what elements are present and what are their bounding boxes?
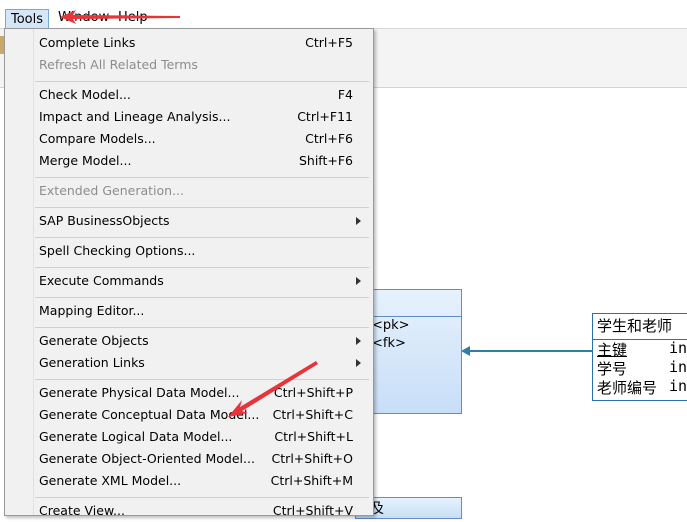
menu-separator — [35, 497, 369, 498]
reference-arrow-icon — [461, 346, 470, 356]
menu-item-extended-generation: Extended Generation... — [5, 180, 373, 202]
menu-item-generate-oo-model[interactable]: Generate Object-Oriented Model... Ctrl+S… — [5, 448, 373, 470]
menu-item-label: Generate Physical Data Model... — [39, 385, 240, 400]
menu-item-merge-model[interactable]: Merge Model... Shift+F6 — [5, 150, 373, 172]
attr-teacher-id: 老师编号 — [597, 379, 658, 397]
attr-primary-key: 主键 — [597, 341, 628, 359]
menu-item-label: Spell Checking Options... — [39, 243, 196, 258]
tools-dropdown-menu: Complete Links Ctrl+F5 Refresh All Relat… — [4, 28, 374, 518]
menu-separator — [35, 237, 369, 238]
menu-separator — [35, 327, 369, 328]
menu-item-shortcut: Ctrl+F6 — [305, 131, 353, 146]
attr-primary-key-type: in — [669, 339, 687, 357]
menu-item-label: Check Model... — [39, 87, 131, 102]
menu-separator — [35, 297, 369, 298]
menu-item-mapping-editor[interactable]: Mapping Editor... — [5, 300, 373, 322]
menu-item-label: Refresh All Related Terms — [39, 57, 198, 72]
menu-separator — [35, 81, 369, 82]
attr-student-id-type: in — [669, 358, 687, 376]
menu-item-execute-commands[interactable]: Execute Commands — [5, 270, 373, 292]
menu-item-generate-logical-model[interactable]: Generate Logical Data Model... Ctrl+Shif… — [5, 426, 373, 448]
menu-separator — [35, 207, 369, 208]
menu-item-label: Complete Links — [39, 35, 136, 50]
entity-students-teachers[interactable]: 学生和老师 主键 in 学号 in 老师编号 in — [592, 313, 687, 401]
menu-item-check-model[interactable]: Check Model... F4 — [5, 84, 373, 106]
menu-item-label: Mapping Editor... — [39, 303, 145, 318]
menu-item-label: Execute Commands — [39, 273, 164, 288]
entity-left-pk: <pk> — [372, 318, 410, 333]
menu-item-shortcut: Ctrl+F5 — [305, 35, 353, 50]
attr-teacher-id-type: in — [669, 377, 687, 395]
menu-item-refresh-related-terms: Refresh All Related Terms — [5, 54, 373, 76]
menu-item-shortcut: Shift+F6 — [298, 153, 353, 168]
menu-item-shortcut: Ctrl+Shift+V — [272, 503, 353, 518]
annotation-arrow-icon — [60, 10, 180, 24]
reference-link[interactable] — [470, 350, 592, 352]
menu-item-label: SAP BusinessObjects — [39, 213, 170, 228]
menu-item-label: Compare Models... — [39, 131, 156, 146]
menu-item-spell-checking[interactable]: Spell Checking Options... — [5, 240, 373, 262]
menu-item-sap-businessobjects[interactable]: SAP BusinessObjects — [5, 210, 373, 232]
entity-right-title: 学生和老师 — [597, 317, 673, 335]
menu-item-label: Generate Objects — [39, 333, 149, 348]
menu-separator — [35, 177, 369, 178]
menu-item-label: Merge Model... — [39, 153, 132, 168]
menu-item-impact-lineage[interactable]: Impact and Lineage Analysis... Ctrl+F11 — [5, 106, 373, 128]
menu-separator — [35, 267, 369, 268]
menu-item-label: Generate Object-Oriented Model... — [39, 451, 255, 466]
menu-item-label: Generate XML Model... — [39, 473, 182, 488]
menu-item-create-view[interactable]: Create View... Ctrl+Shift+V — [5, 500, 373, 522]
menu-item-label: Generate Logical Data Model... — [39, 429, 233, 444]
menu-item-shortcut: F4 — [337, 87, 353, 102]
entity-left-fk: <fk> — [372, 336, 406, 351]
submenu-arrow-icon — [356, 359, 361, 367]
attr-student-id: 学号 — [597, 360, 628, 378]
menu-item-shortcut: Ctrl+F11 — [297, 109, 353, 124]
menu-item-shortcut: Ctrl+Shift+L — [274, 429, 353, 444]
menu-item-compare-models[interactable]: Compare Models... Ctrl+F6 — [5, 128, 373, 150]
menu-item-shortcut: Ctrl+Shift+O — [271, 451, 353, 466]
menu-item-label: Extended Generation... — [39, 183, 184, 198]
submenu-arrow-icon — [356, 277, 361, 285]
menu-item-label: Generation Links — [39, 355, 145, 370]
submenu-arrow-icon — [356, 217, 361, 225]
menu-item-generate-objects[interactable]: Generate Objects — [5, 330, 373, 352]
menu-item-shortcut: Ctrl+Shift+M — [270, 473, 353, 488]
submenu-arrow-icon — [356, 337, 361, 345]
menu-item-label: Create View... — [39, 503, 125, 518]
menu-item-complete-links[interactable]: Complete Links Ctrl+F5 — [5, 32, 373, 54]
annotation-arrow-icon — [228, 361, 318, 417]
menu-item-generate-xml-model[interactable]: Generate XML Model... Ctrl+Shift+M — [5, 470, 373, 492]
menu-item-label: Impact and Lineage Analysis... — [39, 109, 231, 124]
